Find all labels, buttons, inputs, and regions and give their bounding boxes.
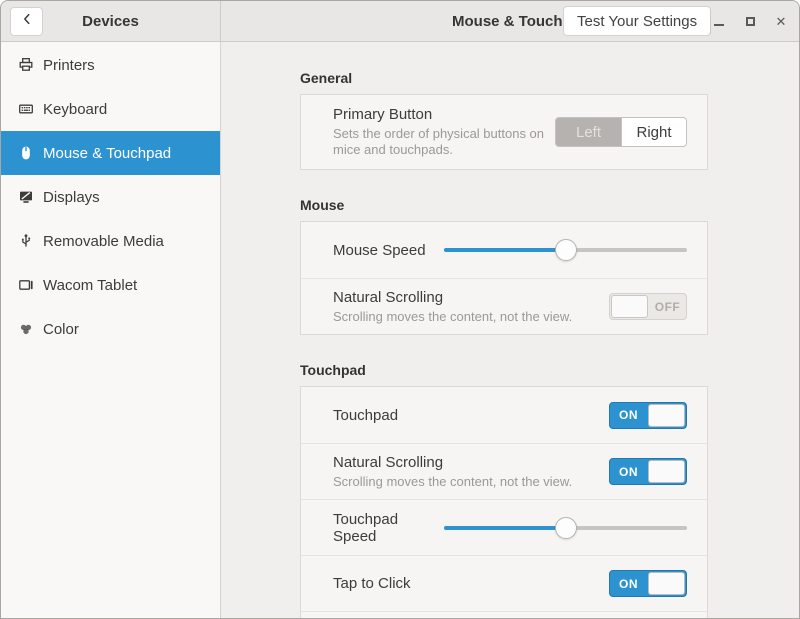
toggle-state-label: ON	[610, 403, 647, 428]
toggle-state-label: ON	[610, 459, 647, 484]
setting-label-block: Natural Scrolling Scrolling moves the con…	[333, 454, 609, 490]
toggle-state-label: ON	[610, 571, 647, 596]
sidebar-item-label: Keyboard	[43, 101, 107, 118]
sidebar-item-printers[interactable]: Printers	[1, 43, 220, 87]
toggle-handle[interactable]	[648, 572, 685, 595]
setting-label-block: Touchpad	[333, 407, 609, 424]
sidebar-item-label: Removable Media	[43, 233, 164, 250]
setting-label: Touchpad Speed	[333, 511, 434, 545]
setting-label: Touchpad	[333, 407, 599, 424]
settings-content: General Primary Button Sets the order of p…	[221, 42, 799, 618]
setting-row-primary-button: Primary Button Sets the order of physical…	[301, 95, 707, 169]
printer-icon	[18, 57, 34, 73]
settings-card: Primary Button Sets the order of physical…	[300, 94, 708, 170]
segment-option-left[interactable]: Left	[556, 118, 621, 146]
toggle-state-label: OFF	[649, 294, 686, 319]
slider-fill	[444, 248, 566, 252]
setting-row-mouse-speed: Mouse Speed	[301, 222, 707, 278]
tap-to-click-toggle[interactable]: ON	[609, 570, 687, 597]
setting-label: Natural Scrolling	[333, 454, 599, 471]
natural-scrolling-toggle[interactable]: OFF	[609, 293, 687, 320]
touchpad-toggle[interactable]: ON	[609, 402, 687, 429]
sidebar-item-displays[interactable]: Displays	[1, 175, 220, 219]
setting-label-block: Natural Scrolling Scrolling moves the con…	[333, 289, 609, 325]
setting-label-block: Tap to Click	[333, 575, 609, 592]
setting-row-natural-scrolling: Natural Scrolling Scrolling moves the con…	[301, 278, 707, 334]
setting-row-natural-scrolling: Natural Scrolling Scrolling moves the con…	[301, 443, 707, 499]
header-sidebar-section: Devices	[1, 1, 221, 41]
wacom-tablet-icon	[18, 277, 34, 293]
chevron-left-icon	[20, 12, 34, 31]
toggle-handle[interactable]	[611, 295, 648, 318]
header-bar: Devices Mouse & Touchpad Test Your Setti…	[1, 1, 799, 42]
sidebar: Printers Keyboard Mouse & Touchpad Displays…	[1, 42, 221, 618]
sidebar-item-label: Printers	[43, 57, 95, 74]
sidebar-item-label: Displays	[43, 189, 100, 206]
sidebar-item-label: Mouse & Touchpad	[43, 145, 171, 162]
segment-option-right[interactable]: Right	[621, 118, 686, 146]
slider-thumb[interactable]	[555, 239, 577, 261]
back-button[interactable]	[10, 7, 43, 36]
section-heading: Touchpad	[300, 362, 799, 378]
setting-description: Sets the order of physical buttons on mi…	[333, 126, 545, 158]
setting-row-touchpad-speed: Touchpad Speed	[301, 499, 707, 555]
setting-label: Tap to Click	[333, 575, 599, 592]
settings-card: Mouse Speed Natural Scrolling Scrolling mo…	[300, 221, 708, 335]
sidebar-item-keyboard[interactable]: Keyboard	[1, 87, 220, 131]
sidebar-item-mouse-touchpad[interactable]: Mouse & Touchpad	[1, 131, 220, 175]
keyboard-icon	[18, 101, 34, 117]
setting-row-touchpad: Touchpad ON	[301, 387, 707, 443]
section-heading: General	[300, 70, 799, 86]
settings-section-touchpad: Touchpad Touchpad ON Natural Scrolling Scrol…	[300, 362, 799, 618]
mouse-icon	[18, 145, 34, 161]
display-icon	[18, 189, 34, 205]
toggle-handle[interactable]	[648, 404, 685, 427]
section-heading: Mouse	[300, 197, 799, 213]
setting-label: Primary Button	[333, 106, 545, 123]
toggle-handle[interactable]	[648, 460, 685, 483]
slider-fill	[444, 526, 566, 530]
sidebar-item-color[interactable]: Color	[1, 307, 220, 351]
minimize-button[interactable]	[709, 12, 729, 32]
header-main-section: Mouse & Touchpad Test Your Settings ✕	[221, 1, 799, 41]
window-controls: ✕	[709, 1, 791, 42]
color-icon	[18, 321, 34, 337]
setting-label-block: Mouse Speed	[333, 242, 444, 259]
settings-section-general: General Primary Button Sets the order of p…	[300, 70, 799, 170]
setting-label: Natural Scrolling	[333, 289, 599, 306]
setting-label-block: Primary Button Sets the order of physical…	[333, 106, 555, 158]
sidebar-item-label: Wacom Tablet	[43, 277, 137, 294]
sidebar-item-removable-media[interactable]: Removable Media	[1, 219, 220, 263]
natural-scrolling-toggle[interactable]: ON	[609, 458, 687, 485]
setting-row-tap-to-click: Tap to Click ON	[301, 555, 707, 611]
app-body: Printers Keyboard Mouse & Touchpad Displays…	[1, 42, 799, 618]
setting-label: Mouse Speed	[333, 242, 434, 259]
minimize-icon	[714, 24, 724, 26]
setting-description: Scrolling moves the content, not the vie…	[333, 474, 599, 490]
setting-description: Scrolling moves the content, not the vie…	[333, 309, 599, 325]
touchpad-speed-slider[interactable]	[444, 516, 687, 540]
window-section-title: Devices	[82, 13, 139, 30]
maximize-button[interactable]	[740, 12, 760, 32]
clipped-row	[301, 611, 707, 618]
close-button[interactable]: ✕	[771, 12, 791, 32]
setting-label-block: Touchpad Speed	[333, 511, 444, 545]
maximize-icon	[746, 17, 755, 26]
settings-card: Touchpad ON Natural Scrolling Scrolling mov…	[300, 386, 708, 618]
removable-media-icon	[18, 233, 34, 249]
close-icon: ✕	[776, 15, 787, 28]
test-your-settings-button[interactable]: Test Your Settings	[563, 6, 711, 36]
settings-section-mouse: Mouse Mouse Speed Natural Scrolling Scrolli…	[300, 197, 799, 335]
sidebar-item-label: Color	[43, 321, 79, 338]
primary-button-segmented: LeftRight	[555, 117, 687, 147]
mouse-speed-slider[interactable]	[444, 238, 687, 262]
sidebar-item-wacom-tablet[interactable]: Wacom Tablet	[1, 263, 220, 307]
settings-window: Devices Mouse & Touchpad Test Your Setti…	[0, 0, 800, 619]
slider-thumb[interactable]	[555, 517, 577, 539]
